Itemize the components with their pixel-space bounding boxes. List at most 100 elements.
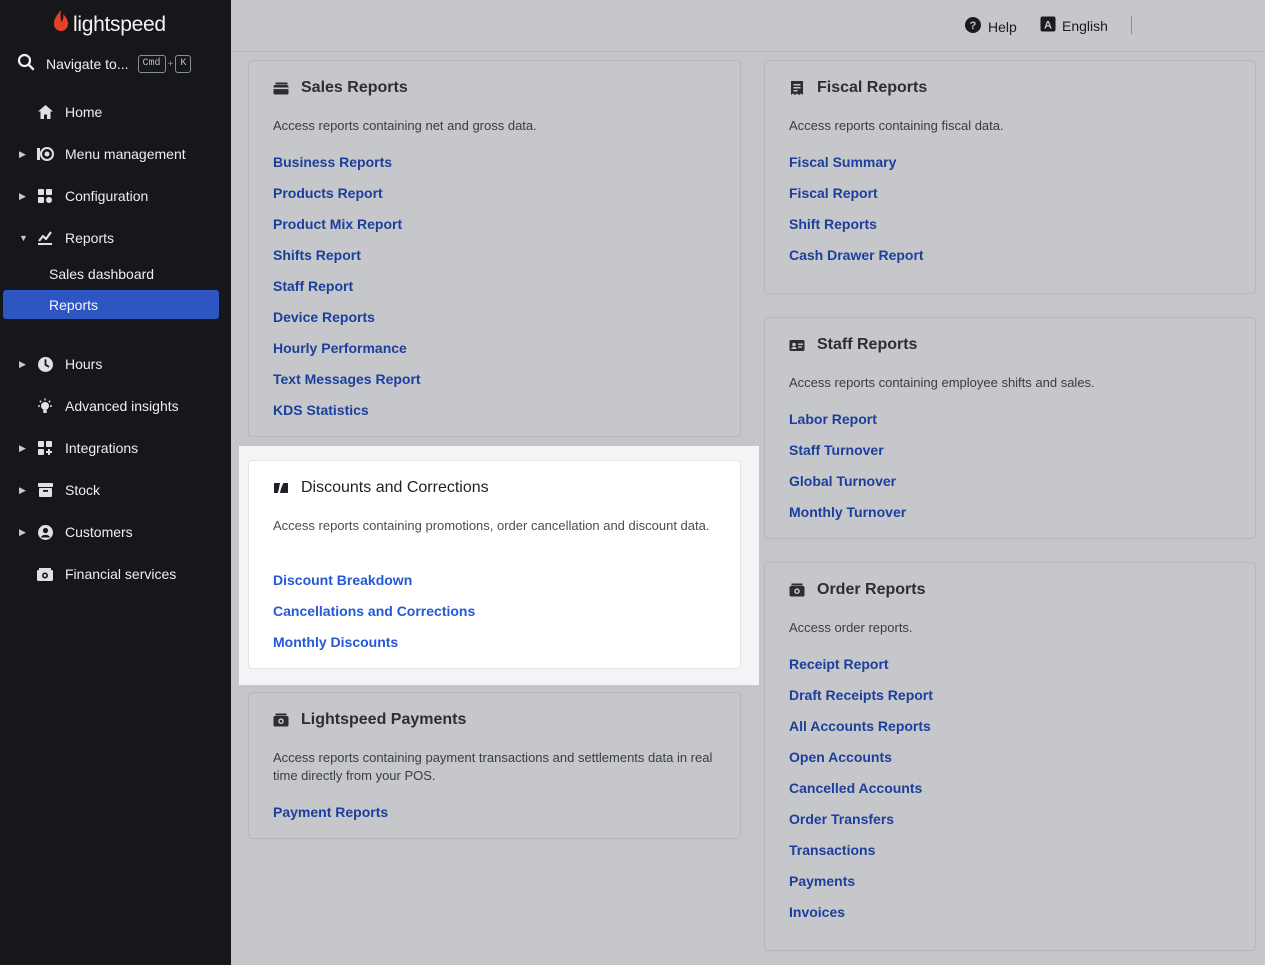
sidebar-item-label: Menu management [65,146,186,162]
cash-register-icon [273,712,289,728]
card-title: Order Reports [817,581,926,598]
navigate-to-label: Navigate to... [46,56,129,72]
sidebar-subitem-sales-dashboard[interactable]: Sales dashboard [3,259,219,288]
sidebar-item-stock[interactable]: ▶ Stock [0,475,231,505]
card-description: Access reports containing net and gross … [273,118,537,133]
help-button[interactable]: ? Help [964,16,1017,37]
lightspeed-logo[interactable]: lightspeed [52,9,166,40]
link-discount-breakdown[interactable]: Discount Breakdown [273,572,412,588]
language-selector[interactable]: A English [1040,16,1108,35]
header-divider [1131,16,1132,34]
link-staff-report[interactable]: Staff Report [273,278,353,294]
keyboard-shortcut: Cmd + K [137,55,192,73]
logo-text: lightspeed [73,12,166,36]
financial-services-icon [36,565,54,583]
integrations-icon [36,439,54,457]
svg-text:A: A [1044,20,1052,32]
sidebar-item-menu-management[interactable]: ▶ Menu management [0,139,231,169]
link-kds-statistics[interactable]: KDS Statistics [273,402,369,418]
sales-reports-card: Sales Reports Access reports containing … [248,60,741,437]
sidebar-item-customers[interactable]: ▶ Customers [0,517,231,547]
link-cancellations-and-corrections[interactable]: Cancellations and Corrections [273,603,475,619]
card-header: Sales Reports [273,79,408,97]
card-title: Sales Reports [301,79,408,96]
card-title: Fiscal Reports [817,79,928,96]
home-icon [36,103,54,121]
link-products-report[interactable]: Products Report [273,185,383,201]
link-order-transfers[interactable]: Order Transfers [789,811,894,827]
navigate-to-search[interactable]: Navigate to... Cmd + K [17,53,192,76]
link-monthly-turnover[interactable]: Monthly Turnover [789,504,906,520]
link-monthly-discounts[interactable]: Monthly Discounts [273,634,398,650]
customer-icon [36,523,54,541]
sidebar-subitem-label: Reports [49,296,99,313]
sidebar-item-label: Home [65,104,103,120]
clock-icon [36,355,54,373]
link-fiscal-summary[interactable]: Fiscal Summary [789,154,896,170]
discounts-corrections-card: Discounts and Corrections Access reports… [248,460,741,669]
caret-right-icon[interactable]: ▶ [19,149,27,160]
top-bar: ? Help A English [231,0,1265,52]
card-header: Lightspeed Payments [273,711,466,729]
sidebar-item-label: Hours [65,356,103,372]
sidebar-item-home[interactable]: Home [0,97,231,127]
svg-text:?: ? [970,20,977,32]
sidebar-subitem-reports[interactable]: Reports [3,290,219,319]
link-invoices[interactable]: Invoices [789,904,845,920]
shortcut-key-k: K [175,55,192,73]
link-global-turnover[interactable]: Global Turnover [789,473,896,489]
discount-tag-icon [273,480,289,496]
link-payment-reports[interactable]: Payment Reports [273,804,388,820]
sidebar-item-integrations[interactable]: ▶ Integrations [0,433,231,463]
caret-right-icon[interactable]: ▶ [19,485,27,496]
sidebar-item-advanced-insights[interactable]: Advanced insights [0,391,231,421]
receipt-icon [789,80,805,96]
card-header: Fiscal Reports [789,79,927,97]
link-business-reports[interactable]: Business Reports [273,154,392,170]
search-icon [17,53,35,76]
link-cash-drawer-report[interactable]: Cash Drawer Report [789,247,924,263]
link-shift-reports[interactable]: Shift Reports [789,216,877,232]
link-staff-turnover[interactable]: Staff Turnover [789,442,884,458]
shortcut-key-cmd: Cmd [137,55,166,73]
sidebar-item-financial-services[interactable]: Financial services [0,559,231,589]
link-transactions[interactable]: Transactions [789,842,875,858]
card-title: Lightspeed Payments [301,711,467,728]
link-product-mix-report[interactable]: Product Mix Report [273,216,402,232]
link-shifts-report[interactable]: Shifts Report [273,247,361,263]
link-receipt-report[interactable]: Receipt Report [789,656,889,672]
sidebar-item-label: Stock [65,482,101,498]
configuration-icon [36,187,54,205]
link-cancelled-accounts[interactable]: Cancelled Accounts [789,780,922,796]
link-hourly-performance[interactable]: Hourly Performance [273,340,407,356]
card-description: Access order reports. [789,620,913,635]
link-text-messages-report[interactable]: Text Messages Report [273,371,421,387]
sidebar-item-hours[interactable]: ▶ Hours [0,349,231,379]
sidebar-item-label: Customers [65,524,133,540]
caret-right-icon[interactable]: ▶ [19,527,27,538]
card-header: Order Reports [789,581,925,599]
help-label: Help [988,18,1017,35]
sidebar-item-label: Reports [65,230,115,246]
caret-right-icon[interactable]: ▶ [19,191,27,202]
caret-down-icon[interactable]: ▼ [19,233,28,243]
sidebar-item-configuration[interactable]: ▶ Configuration [0,181,231,211]
sidebar-item-reports[interactable]: ▼ Reports [0,223,231,253]
link-device-reports[interactable]: Device Reports [273,309,375,325]
flame-icon [52,9,70,40]
link-labor-report[interactable]: Labor Report [789,411,877,427]
sidebar-item-label: Advanced insights [65,398,179,414]
caret-right-icon[interactable]: ▶ [19,359,27,370]
credit-card-icon [273,80,289,96]
lightbulb-icon [36,397,54,415]
link-fiscal-report[interactable]: Fiscal Report [789,185,878,201]
card-header: Discounts and Corrections [273,479,489,497]
card-title: Discounts and Corrections [301,479,489,496]
link-draft-receipts-report[interactable]: Draft Receipts Report [789,687,933,703]
caret-right-icon[interactable]: ▶ [19,443,27,454]
link-payments[interactable]: Payments [789,873,855,889]
order-reports-card: Order Reports Access order reports. Rece… [764,562,1256,951]
link-open-accounts[interactable]: Open Accounts [789,749,892,765]
link-all-accounts-reports[interactable]: All Accounts Reports [789,718,931,734]
sidebar-item-label: Configuration [65,188,149,204]
